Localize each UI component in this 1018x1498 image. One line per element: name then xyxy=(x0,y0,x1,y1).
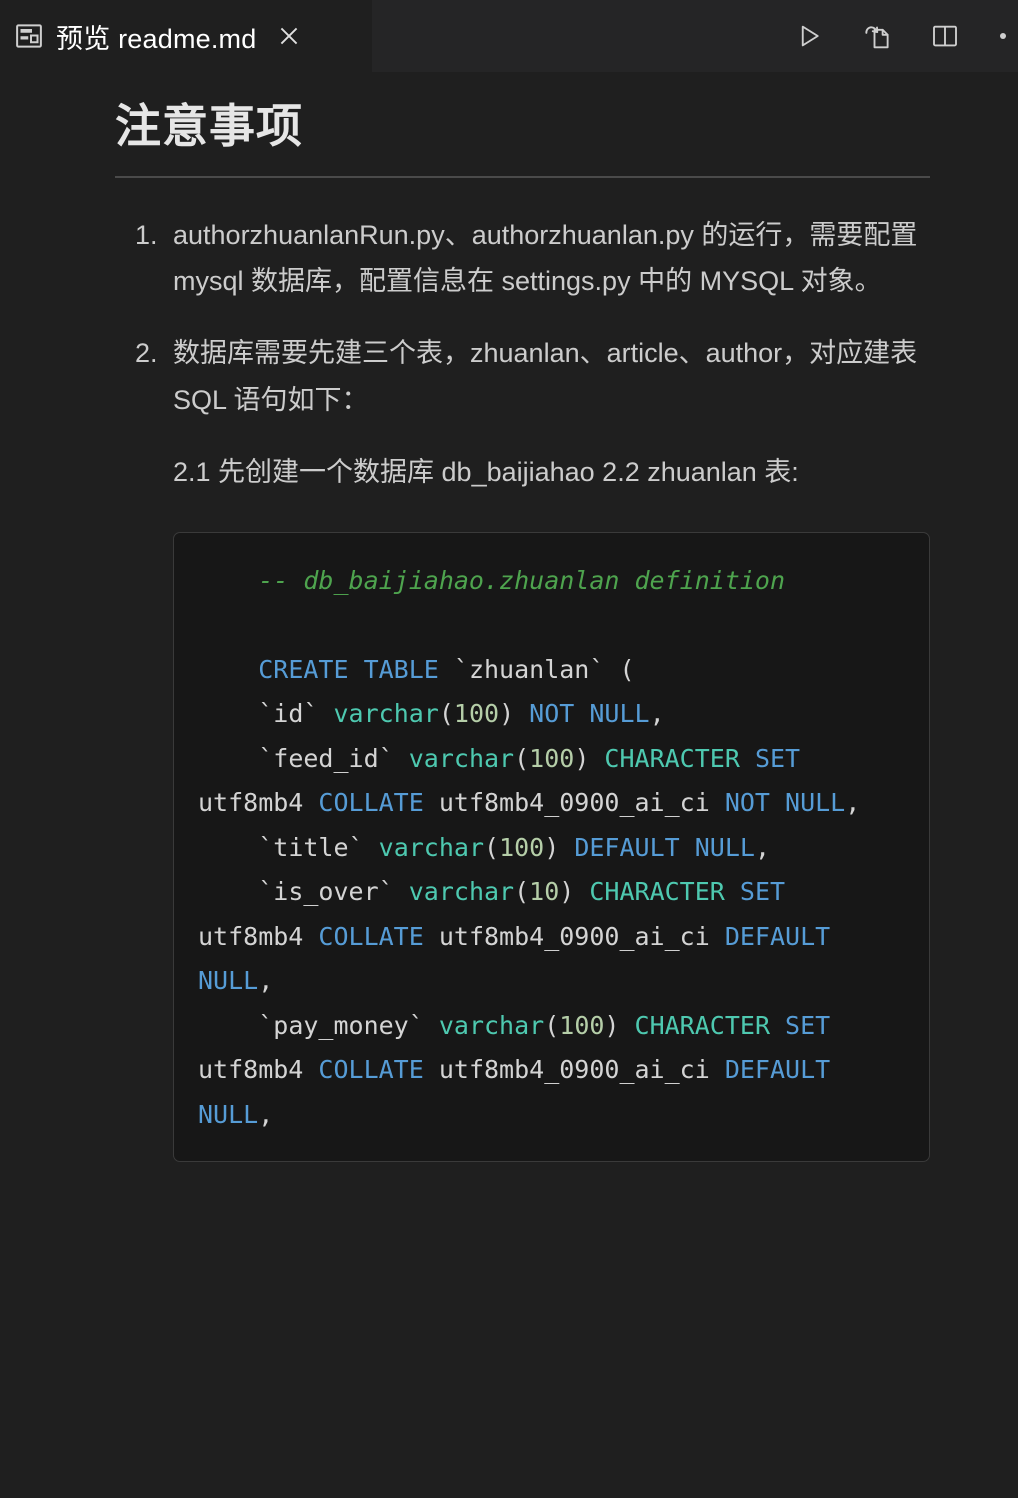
code-token-plain: utf8mb4 xyxy=(198,788,319,818)
title-divider xyxy=(115,175,930,178)
editor-actions-toolbar xyxy=(792,0,1018,72)
list-item-text: authorzhuanlanRun.py、authorzhuanlan.py 的… xyxy=(173,219,918,296)
code-token-type: varchar xyxy=(408,743,515,773)
code-token-type: CHARACTER xyxy=(589,877,740,907)
list-item-sub-paragraph: 2.1 先创建一个数据库 db_baijiahao 2.2 zhuanlan 表… xyxy=(173,457,799,488)
code-token-number: 10 xyxy=(529,877,560,907)
preview-pane-icon xyxy=(14,21,44,51)
code-token-plain: utf8mb4_0900_ai_ci xyxy=(438,788,725,818)
more-actions-dot xyxy=(1000,33,1006,39)
list-item: authorzhuanlanRun.py、authorzhuanlan.py 的… xyxy=(165,212,930,305)
code-token-keyword: COLLATE xyxy=(318,788,439,818)
export-file-icon[interactable] xyxy=(860,19,894,53)
markdown-preview-body: 注意事项 authorzhuanlanRun.py、authorzhuanlan… xyxy=(0,72,1018,1498)
code-token-comment: -- db_baijiahao.zhuanlan definition xyxy=(258,565,786,595)
code-token-plain: ( xyxy=(484,832,500,862)
split-editor-icon[interactable] xyxy=(928,19,962,53)
code-token-number: 100 xyxy=(499,832,545,862)
code-token-plain: utf8mb4_0900_ai_ci xyxy=(438,1055,725,1085)
code-token-type: varchar xyxy=(408,877,515,907)
list-item: 数据库需要先建三个表，zhuanlan、article、author，对应建表 … xyxy=(165,330,930,1163)
code-token-keyword: NOT NULL xyxy=(529,699,650,729)
code-token-keyword: NOT NULL xyxy=(724,788,846,818)
code-token-plain: ) xyxy=(499,699,530,729)
code-token-keyword: SET xyxy=(739,877,801,907)
code-token-number: 100 xyxy=(529,743,575,773)
code-token-plain: ) xyxy=(559,877,590,907)
code-token-plain: ) xyxy=(544,832,575,862)
code-token-type: varchar xyxy=(438,1010,545,1040)
page-title: 注意事项 xyxy=(115,100,303,152)
code-token-plain: ( xyxy=(438,699,454,729)
code-token-plain: utf8mb4 xyxy=(198,921,319,951)
tab-label: 预览 readme.md xyxy=(56,23,257,54)
code-token-type: varchar xyxy=(378,832,484,862)
code-token-plain: utf8mb4_0900_ai_ci xyxy=(438,921,725,951)
code-token-keyword: DEFAULT NULL xyxy=(574,832,755,862)
code-token-plain: ( xyxy=(514,877,530,907)
code-token-keyword: SET xyxy=(754,743,816,773)
sql-code-block: -- db_baijiahao.zhuanlan definition CREA… xyxy=(173,531,930,1163)
code-token-number: 100 xyxy=(559,1010,605,1040)
tab-bar-empty-space xyxy=(372,0,792,72)
editor-tab-bar: 预览 readme.md xyxy=(0,0,1018,72)
run-icon[interactable] xyxy=(792,19,826,53)
code-token-type: CHARACTER xyxy=(604,743,755,773)
code-token-plain: ) xyxy=(604,1010,635,1040)
code-token-number: 100 xyxy=(453,699,500,729)
code-token-plain: ) xyxy=(574,743,605,773)
code-token-keyword: SET xyxy=(785,1010,846,1040)
close-icon[interactable] xyxy=(274,21,304,51)
code-token-plain: utf8mb4 xyxy=(198,1055,319,1085)
list-item-text: 数据库需要先建三个表，zhuanlan、article、author，对应建表 … xyxy=(173,338,918,415)
tab-readme-preview[interactable]: 预览 readme.md xyxy=(0,0,372,72)
code-token-keyword: COLLATE xyxy=(318,1055,439,1085)
code-token-type: CHARACTER xyxy=(634,1010,786,1040)
code-token-keyword: CREATE TABLE xyxy=(198,654,454,684)
code-token-type: varchar xyxy=(333,699,439,729)
notes-ordered-list: authorzhuanlanRun.py、authorzhuanlan.py 的… xyxy=(115,212,930,1163)
code-token-ident: , xyxy=(258,1099,274,1129)
code-token-keyword: COLLATE xyxy=(318,921,439,951)
more-actions-icon[interactable] xyxy=(1000,33,1014,39)
code-token-plain: ( xyxy=(544,1010,560,1040)
code-token-plain: ( xyxy=(514,743,530,773)
